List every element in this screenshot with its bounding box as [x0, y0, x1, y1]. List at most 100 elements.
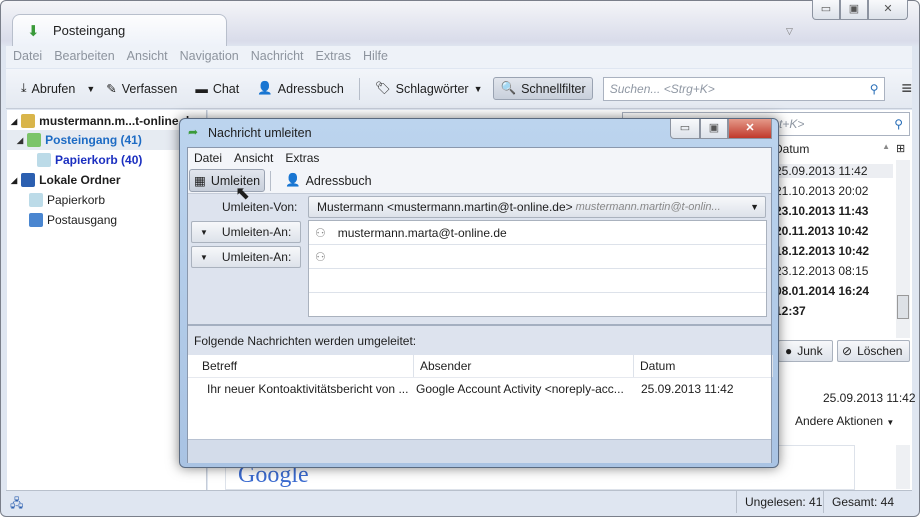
- message-date[interactable]: 23.10.2013 11:43: [775, 204, 868, 218]
- schnellfilter-button[interactable]: 🔍 Schnellfilter: [493, 77, 593, 100]
- schlagwoerter-label: Schlagwörter: [395, 81, 469, 96]
- folder-label: Papierkorb: [47, 193, 106, 207]
- tab-list-icon[interactable]: ▽: [786, 26, 793, 37]
- tab-posteingang[interactable]: ⬇ Posteingang: [12, 14, 227, 46]
- chevron-down-icon: ▼: [473, 83, 483, 94]
- an-label: Umleiten-An:: [221, 225, 292, 239]
- recipient-value: mustermann.marta@t-online.de: [337, 225, 507, 240]
- schnellfilter-label: Schnellfilter: [521, 81, 586, 96]
- recipient-empty-row[interactable]: [309, 269, 766, 293]
- dialog-statusbar: [188, 439, 771, 463]
- column-datum[interactable]: Datum: [634, 355, 773, 377]
- abrufen-button[interactable]: ⤓ Abrufen: [14, 77, 82, 100]
- abrufen-dropdown-icon[interactable]: ▼: [86, 84, 95, 94]
- column-label: Datum: [774, 142, 810, 156]
- menu-ansicht[interactable]: Ansicht: [127, 49, 168, 65]
- trash-icon: [29, 193, 43, 207]
- magnifier-icon: 🔍: [500, 81, 517, 95]
- outbox-icon: [29, 213, 43, 227]
- splitter[interactable]: [188, 324, 771, 326]
- account-icon: [21, 114, 36, 128]
- umleiten-button[interactable]: ▦ Umleiten: [189, 169, 266, 192]
- search-placeholder: Suchen... <Strg+K>: [609, 81, 715, 96]
- close-button[interactable]: ✕: [868, 0, 908, 20]
- folder-posteingang[interactable]: ◢ Posteingang (41): [7, 130, 207, 150]
- folder-pane: ◢ mustermann.m...t-online.de ◢ Posteingang…: [7, 110, 207, 490]
- andere-aktionen-button[interactable]: Andere Aktionen ▼: [795, 414, 894, 428]
- recipient-field[interactable]: ⚇ mustermann.marta@t-online.de: [309, 221, 766, 245]
- column-header-datum[interactable]: Datum ▲: [774, 142, 894, 160]
- column-betreff[interactable]: Betreff: [188, 355, 414, 377]
- column-picker-icon[interactable]: ⊞: [896, 142, 905, 155]
- dialog-maximize-button[interactable]: ▣: [700, 119, 728, 139]
- dialog-menu-extras[interactable]: Extras: [285, 151, 319, 165]
- menu-datei[interactable]: Datei: [13, 49, 42, 65]
- folder-label: Papierkorb (40): [55, 153, 143, 167]
- mouse-cursor-icon: ⬉: [235, 183, 251, 203]
- contact-icon: ⚇: [315, 225, 326, 240]
- preview-date: 25.09.2013 11:42: [823, 391, 916, 405]
- verfassen-button[interactable]: ✎ Verfassen: [99, 77, 184, 100]
- message-date[interactable]: 08.01.2014 16:24: [775, 284, 869, 298]
- dialog-menu-datei[interactable]: Datei: [194, 151, 222, 165]
- cell-betreff: Ihr neuer Kontoaktivitätsbericht von ...: [207, 382, 409, 396]
- message-date[interactable]: 18.12.2013 10:42: [775, 244, 869, 258]
- recipient-list: ⚇ mustermann.marta@t-online.de ⚇: [308, 220, 767, 317]
- app-menu-icon[interactable]: ≡: [901, 78, 912, 99]
- dialog-menu-ansicht[interactable]: Ansicht: [234, 151, 273, 165]
- column-absender[interactable]: Absender: [414, 355, 634, 377]
- total-count: Gesamt: 44: [823, 491, 902, 513]
- adressbuch-label: Adressbuch: [277, 81, 344, 96]
- loeschen-button[interactable]: ⊘ Löschen: [837, 340, 910, 362]
- cell-absender: Google Account Activity <noreply-acc...: [416, 382, 624, 396]
- divider: [358, 77, 360, 100]
- forward-icon: ➦: [188, 125, 199, 139]
- junk-label: Junk: [797, 344, 823, 358]
- adressbuch-button[interactable]: 👤 Adressbuch: [250, 77, 351, 100]
- menu-bearbeiten[interactable]: Bearbeiten: [54, 49, 114, 65]
- von-label: Umleiten-Von:: [222, 200, 298, 214]
- dialog-adressbuch-button[interactable]: 👤 Adressbuch: [278, 169, 379, 192]
- preview-scrollbar[interactable]: [896, 445, 910, 489]
- dialog-toolbar: ▦ Umleiten 👤 Adressbuch: [188, 168, 771, 194]
- sort-asc-icon: ▲: [882, 142, 890, 151]
- inbox-icon: ⬇: [27, 23, 40, 40]
- recipient-field[interactable]: ⚇: [309, 245, 766, 269]
- unread-count: Ungelesen: 41: [736, 491, 830, 513]
- message-list-scrollbar[interactable]: [896, 160, 910, 338]
- menu-hilfe[interactable]: Hilfe: [363, 49, 388, 65]
- folder-label: Lokale Ordner: [39, 173, 121, 187]
- folder-postausgang[interactable]: Postausgang: [29, 213, 117, 227]
- message-date[interactable]: 25.09.2013 11:42: [775, 164, 893, 178]
- minimize-button[interactable]: ▭: [812, 0, 840, 20]
- folder-account[interactable]: ◢ mustermann.m...t-online.de: [11, 114, 196, 128]
- dialog-close-button[interactable]: ✕: [728, 119, 772, 139]
- message-date[interactable]: 23.12.2013 08:15: [775, 264, 868, 278]
- junk-button[interactable]: ● Junk: [778, 340, 833, 362]
- folder-papierkorb[interactable]: Papierkorb: [29, 193, 105, 207]
- menu-extras[interactable]: Extras: [316, 49, 351, 65]
- message-date[interactable]: 21.10.2013 20:02: [775, 184, 868, 198]
- menu-navigation[interactable]: Navigation: [180, 49, 239, 65]
- message-date[interactable]: 20.11.2013 10:42: [775, 224, 868, 238]
- pencil-icon: ✎: [106, 82, 117, 96]
- tag-icon: 🏷: [374, 81, 391, 95]
- adressbuch-label: Adressbuch: [305, 173, 372, 188]
- maximize-button[interactable]: ▣: [840, 0, 868, 20]
- folder-lokale-ordner[interactable]: ◢ Lokale Ordner: [11, 173, 121, 187]
- von-select[interactable]: Mustermann <mustermann.martin@t-online.d…: [308, 196, 766, 218]
- search-input[interactable]: Suchen... <Strg+K> ⚲: [602, 76, 886, 101]
- online-status-icon[interactable]: 🖧: [10, 494, 23, 515]
- an-label: Umleiten-An:: [221, 250, 292, 264]
- folder-papierkorb-account[interactable]: Papierkorb (40): [37, 153, 142, 167]
- message-date[interactable]: 12:37: [775, 304, 806, 318]
- dialog-minimize-button[interactable]: ▭: [670, 119, 700, 139]
- chat-button[interactable]: ▬ Chat: [188, 78, 246, 100]
- menu-nachricht[interactable]: Nachricht: [251, 49, 304, 65]
- an-type-select-2[interactable]: ▼ Umleiten-An:: [191, 246, 301, 268]
- scrollbar-thumb[interactable]: [897, 295, 909, 319]
- table-row[interactable]: Ihr neuer Kontoaktivitätsbericht von ...…: [188, 377, 771, 399]
- inbox-icon: [27, 133, 42, 147]
- an-type-select-1[interactable]: ▼ Umleiten-An:: [191, 221, 301, 243]
- schlagwoerter-button[interactable]: 🏷 Schlagwörter ▼: [368, 77, 490, 100]
